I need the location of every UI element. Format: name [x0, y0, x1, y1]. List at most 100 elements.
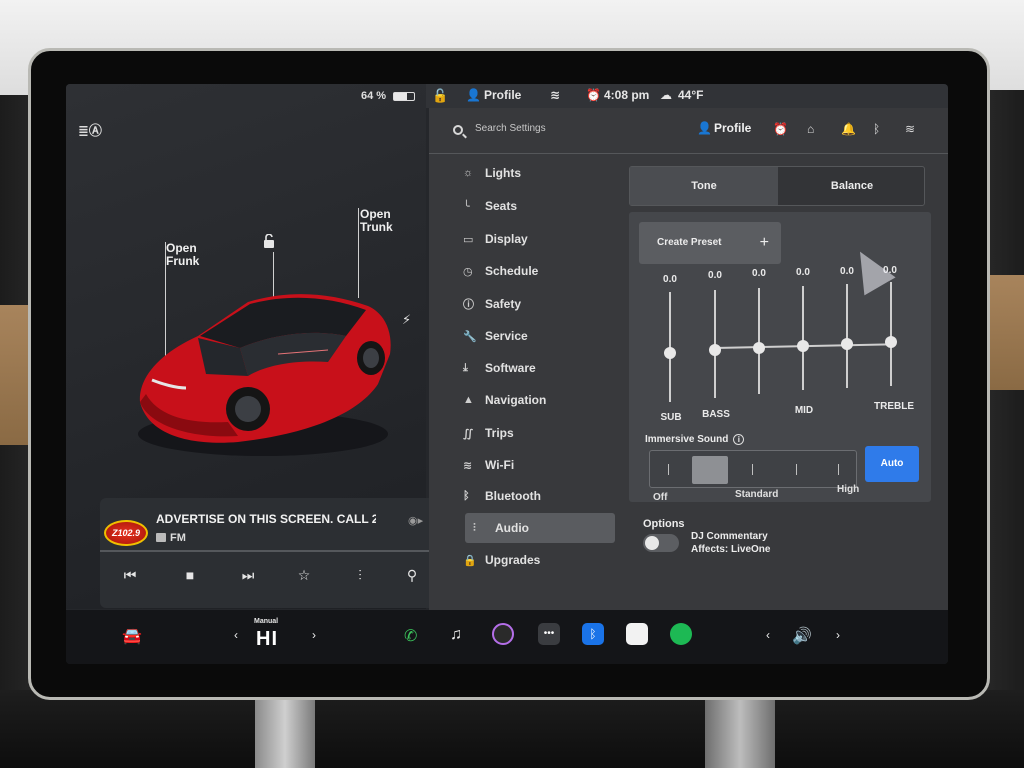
temp-down-chevron-icon[interactable]: ‹: [234, 628, 238, 642]
clock-icon: ◷: [463, 265, 473, 278]
status-bar: 🔓 👤 Profile ≋ ⏰ 4:08 pm ☁ 44°F: [426, 84, 948, 108]
trips-icon: ∬: [463, 427, 474, 440]
immersive-sound-title: Immersive Sound i: [645, 434, 745, 445]
menu-item-display[interactable]: ▭ Display: [463, 224, 613, 254]
eq-value-sub: 0.0: [663, 274, 677, 285]
options-title: Options: [643, 518, 685, 530]
eq-label-sub: SUB: [660, 412, 682, 423]
more-apps-icon[interactable]: •••: [538, 623, 560, 645]
menu-item-safety[interactable]: ⓘ Safety: [463, 289, 613, 319]
previous-track-button[interactable]: ⏮: [116, 562, 144, 588]
dj-commentary-label: DJ Commentary Affects: LiveOne: [691, 531, 771, 555]
equalizer-icon: ⫶: [473, 521, 476, 534]
equalizer-settings-icon[interactable]: ⫶: [346, 562, 374, 588]
wifi-status-icon: ≋: [550, 88, 561, 102]
profile-icon: 👤: [697, 121, 712, 135]
charge-port-icon[interactable]: ⚡: [402, 312, 411, 328]
info-icon[interactable]: i: [733, 434, 745, 445]
eq-knob-mid[interactable]: [797, 340, 809, 352]
music-icon[interactable]: ♫: [450, 626, 462, 644]
eq-knob-lowmid[interactable]: [753, 342, 765, 354]
car-model-image: [138, 294, 391, 456]
display-icon: ▭: [463, 233, 474, 246]
bluetooth-icon: ᛒ: [463, 490, 470, 502]
menu-item-seats[interactable]: ╰ Seats: [463, 191, 613, 221]
phone-icon[interactable]: ✆: [404, 626, 417, 646]
seat-icon: ╰: [463, 200, 470, 213]
headlight-auto-icon[interactable]: ≣Ⓐ: [78, 120, 102, 139]
volume-up-chevron-icon[interactable]: ›: [836, 628, 840, 642]
media-progress-bar: [100, 550, 438, 552]
settings-panel: 👤 Profile ⏰ ⌂ 🔔 ᛒ ≋ ☼Lights ╰Seats ▭Disp…: [429, 108, 948, 612]
unlock-icon[interactable]: [263, 234, 275, 249]
search-icon[interactable]: [453, 125, 463, 135]
menu-item-service[interactable]: 🔧 Service: [463, 321, 613, 351]
eq-value-lowmid: 0.0: [752, 268, 766, 279]
favorite-star-icon[interactable]: ☆: [290, 562, 318, 588]
navigation-icon: ▲: [463, 394, 474, 406]
next-track-button[interactable]: ⏭: [234, 562, 262, 588]
open-trunk-button[interactable]: Open Trunk: [360, 208, 393, 234]
menu-item-trips[interactable]: ∬ Trips: [463, 418, 613, 448]
camera-app-icon[interactable]: [492, 623, 514, 645]
eq-knob-treble[interactable]: [885, 336, 897, 348]
wifi-header-icon[interactable]: ≋: [905, 122, 915, 136]
search-settings-input[interactable]: [475, 123, 635, 134]
eq-slider-treble[interactable]: [890, 282, 892, 386]
immersive-sound-slider[interactable]: [649, 450, 857, 488]
menu-item-wifi[interactable]: ≋ Wi-Fi: [463, 450, 613, 480]
tab-tone[interactable]: Tone: [630, 167, 778, 205]
wrench-icon: 🔧: [463, 330, 477, 343]
notification-bell-icon[interactable]: 🔔: [841, 122, 856, 136]
eq-label-mid: MID: [794, 405, 814, 416]
speaker-icon[interactable]: 🔊: [792, 626, 812, 646]
bluetooth-header-icon[interactable]: ᛒ: [873, 122, 880, 136]
eq-knob-sub[interactable]: [664, 347, 676, 359]
immersive-auto-button[interactable]: Auto: [865, 446, 919, 482]
media-player[interactable]: Z102.9 ADVERTISE ON THIS SCREEN. CALL 2 …: [100, 498, 438, 608]
wifi-icon: ≋: [463, 459, 473, 472]
media-search-icon[interactable]: ⚲: [398, 562, 426, 588]
menu-item-upgrades[interactable]: 🔒 Upgrades: [463, 545, 613, 575]
climate-temperature[interactable]: HI: [256, 628, 278, 651]
create-preset-button[interactable]: Create Preset +: [639, 222, 781, 264]
menu-item-bluetooth[interactable]: ᛒ Bluetooth: [463, 481, 613, 511]
eq-slider-highmid[interactable]: [846, 284, 848, 388]
download-icon: ⤓: [463, 361, 468, 374]
media-title: ADVERTISE ON THIS SCREEN. CALL 2: [156, 512, 376, 526]
menu-item-software[interactable]: ⤓ Software: [463, 353, 613, 383]
immersive-label-standard: Standard: [735, 489, 779, 500]
eq-knob-bass[interactable]: [709, 344, 721, 356]
alarm-clock-icon[interactable]: ⏰: [773, 122, 788, 136]
header-profile[interactable]: Profile: [714, 121, 751, 135]
menu-item-audio[interactable]: ⫶ Audio: [465, 513, 615, 543]
immersive-slider-thumb[interactable]: [692, 456, 728, 484]
dj-commentary-toggle[interactable]: [643, 534, 679, 552]
status-profile[interactable]: Profile: [484, 88, 521, 102]
battery-icon: [393, 92, 415, 101]
cast-icon[interactable]: ◉▸: [408, 514, 423, 527]
station-logo: Z102.9: [104, 520, 148, 546]
car-icon[interactable]: 🚘: [122, 626, 142, 646]
bluetooth-app-icon[interactable]: ᛒ: [582, 623, 604, 645]
menu-item-navigation[interactable]: ▲ Navigation: [463, 385, 613, 415]
volume-down-chevron-icon[interactable]: ‹: [766, 628, 770, 642]
center-console: [0, 690, 1024, 768]
profile-status-icon: 👤: [466, 88, 481, 102]
touchscreen: 64 % ≣Ⓐ Open Frunk Open Trunk ⚡ Z102.9 A…: [66, 84, 948, 664]
menu-item-schedule[interactable]: ◷ Schedule: [463, 256, 613, 286]
eq-slider-mid[interactable]: [802, 286, 804, 390]
tab-balance[interactable]: Balance: [778, 167, 926, 205]
calendar-app-icon[interactable]: [626, 623, 648, 645]
info-icon: ⓘ: [463, 299, 474, 311]
home-icon[interactable]: ⌂: [807, 122, 814, 136]
unlock-status-icon[interactable]: 🔓: [432, 88, 448, 104]
temp-up-chevron-icon[interactable]: ›: [312, 628, 316, 642]
eq-knob-highmid[interactable]: [841, 338, 853, 350]
spotify-icon[interactable]: [670, 623, 692, 645]
stop-button[interactable]: ■: [176, 562, 204, 588]
eq-slider-lowmid[interactable]: [758, 288, 760, 394]
open-frunk-button[interactable]: Open Frunk: [166, 242, 199, 268]
menu-item-lights[interactable]: ☼ Lights: [463, 158, 613, 188]
audio-tabs: Tone Balance: [629, 166, 925, 206]
